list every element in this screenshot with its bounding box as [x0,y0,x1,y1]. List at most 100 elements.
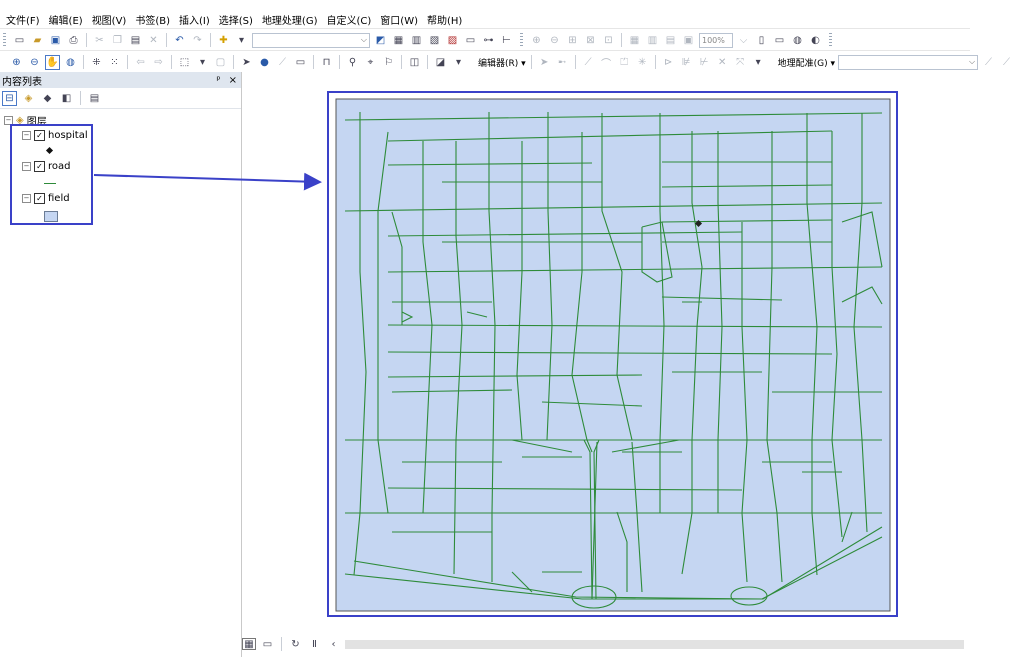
reshape-icon[interactable]: ⊯ [679,55,694,70]
zoom-in-icon[interactable]: ⊕ [9,55,24,70]
hyperlink-icon[interactable]: ⟋ [275,55,290,70]
copy-icon[interactable]: ❐ [110,33,125,48]
undo-icon[interactable]: ↶ [172,33,187,48]
find-binoculars-icon[interactable]: ⚲ [345,55,360,70]
menu-help[interactable]: 帮助(H) [427,12,462,27]
clear-selection-icon[interactable]: ▢ [213,55,228,70]
select-features-icon[interactable]: ⬚ [177,55,192,70]
horizontal-scrollbar[interactable] [345,639,964,649]
toolbar-grip[interactable] [3,33,6,47]
map-display[interactable] [242,72,970,637]
edit-vertices-icon[interactable]: ⊳ [661,55,676,70]
menu-view[interactable]: 视图(V) [92,12,127,27]
python-window-icon[interactable]: ▭ [463,33,478,48]
fixed-zoom-out-icon[interactable]: ⁙ [107,55,122,70]
menu-window[interactable]: 窗口(W) [380,12,418,27]
pan-hand-icon[interactable]: ✋ [45,54,60,70]
layout-tool-icon[interactable]: ▤ [663,33,678,48]
delete-icon[interactable]: ✕ [146,33,161,48]
menu-customize[interactable]: 自定义(C) [327,12,372,27]
dropdown-arrow-icon[interactable]: ▾ [195,55,210,70]
save-icon[interactable]: ▣ [48,33,63,48]
layout-tool-icon[interactable]: ▥ [645,33,660,48]
scroll-left-icon[interactable]: ‹ [326,637,341,652]
list-by-selection-icon[interactable]: ◧ [59,91,74,106]
trace-icon[interactable]: ⏍ [617,55,632,70]
list-by-source-icon[interactable]: ◈ [21,91,36,106]
georeference-layer-combo[interactable]: ⌵ [838,54,979,70]
edit-tool-icon[interactable]: ➤ [537,55,552,70]
editor-menu[interactable]: 编辑器(R) ▾ [478,56,526,69]
open-folder-icon[interactable]: ▰ [30,33,45,48]
html-popup-icon[interactable]: ▭ [293,55,308,70]
paste-icon[interactable]: ▤ [128,33,143,48]
select-elements-icon[interactable]: ➤ [239,55,254,70]
list-by-drawing-order-icon[interactable]: ⊟ [2,90,17,106]
editor-toolbar-icon[interactable]: ◩ [373,33,388,48]
create-viewer-icon[interactable]: ◪ [433,55,448,70]
menu-geoprocessing[interactable]: 地理处理(G) [262,12,318,27]
catalog-icon[interactable]: ▥ [409,33,424,48]
dropdown-arrow-icon[interactable]: ▾ [451,55,466,70]
list-by-visibility-icon[interactable]: ◆ [40,91,55,106]
cut-polygons-icon[interactable]: ⊬ [697,55,712,70]
georeferencing-menu[interactable]: 地理配准(G) ▾ [778,56,835,69]
cut-icon[interactable]: ✂ [92,33,107,48]
modelbuilder-icon[interactable]: ⊶ [481,33,496,48]
menu-file[interactable]: 文件(F) [6,12,40,27]
identify-icon[interactable]: ● [257,55,272,70]
page-layout-icon[interactable]: ▯ [754,33,769,48]
focus-frame-icon[interactable]: ◐ [808,33,823,48]
layout-tool-icon[interactable]: ⊠ [583,33,598,48]
menu-edit[interactable]: 编辑(E) [49,12,83,27]
table-of-contents-icon[interactable]: ▦ [391,33,406,48]
straight-segment-icon[interactable]: ⟋ [581,55,596,70]
redo-icon[interactable]: ↷ [190,33,205,48]
layout-tool-icon[interactable]: ▣ [681,33,696,48]
options-icon[interactable]: ▤ [87,91,102,106]
measure-icon[interactable]: ⊓ [319,55,334,70]
measure-icon[interactable]: ⊢ [499,33,514,48]
point-icon[interactable]: ✳ [635,55,650,70]
layout-zoom-combo[interactable]: 100% [699,32,733,48]
end-point-arc-icon[interactable]: ⌒ [599,55,614,70]
page-setup-icon[interactable]: ▭ [772,33,787,48]
draft-mode-icon[interactable]: ◍ [790,33,805,48]
data-view-icon[interactable]: ▦ [242,638,256,650]
menu-selection[interactable]: 选择(S) [219,12,253,27]
toolbar-grip[interactable] [829,33,832,47]
new-document-icon[interactable]: ▭ [12,33,27,48]
time-slider-icon[interactable]: ◫ [407,55,422,70]
layout-tool-icon[interactable]: ▦ [627,33,642,48]
find-route-icon[interactable]: ⌖ [363,55,378,70]
pause-drawing-icon[interactable]: Ⅱ [307,637,322,652]
go-to-xy-icon[interactable]: ⚐ [381,55,396,70]
fixed-zoom-in-icon[interactable]: ⁜ [89,55,104,70]
layout-tool-icon[interactable]: ⊕ [529,33,544,48]
search-window-icon[interactable]: ▧ [427,33,442,48]
full-extent-icon[interactable]: ◍ [63,55,78,70]
close-icon[interactable]: × [229,75,237,86]
control-points-icon[interactable]: ⟋ [999,55,1014,70]
dropdown-arrow-icon[interactable]: ⌵ [736,33,751,48]
menu-bookmarks[interactable]: 书签(B) [135,12,170,27]
add-data-icon[interactable]: ✚ [216,33,231,48]
print-icon[interactable]: ⎙ [66,33,81,48]
layout-tool-icon[interactable]: ⊡ [601,33,616,48]
layout-tool-icon[interactable]: ⊞ [565,33,580,48]
rotate-icon[interactable]: ⤧ [733,55,748,70]
add-control-points-icon[interactable]: ⟋ [981,55,996,70]
edit-annotation-icon[interactable]: ➸ [555,55,570,70]
layout-view-icon[interactable]: ▭ [260,637,275,652]
zoom-out-icon[interactable]: ⊖ [27,55,42,70]
toolbar-grip[interactable] [520,33,523,47]
menu-insert[interactable]: 插入(I) [179,12,210,27]
back-arrow-icon[interactable]: ⇦ [133,55,148,70]
split-icon[interactable]: ✕ [715,55,730,70]
layout-tool-icon[interactable]: ⊖ [547,33,562,48]
pin-icon[interactable]: ᵖ [216,75,220,86]
forward-arrow-icon[interactable]: ⇨ [151,55,166,70]
arctoolbox-icon[interactable]: ▨ [445,33,460,48]
map-scale-combo[interactable]: ⌵ [252,32,370,48]
dropdown-arrow-icon[interactable]: ▾ [234,33,249,48]
